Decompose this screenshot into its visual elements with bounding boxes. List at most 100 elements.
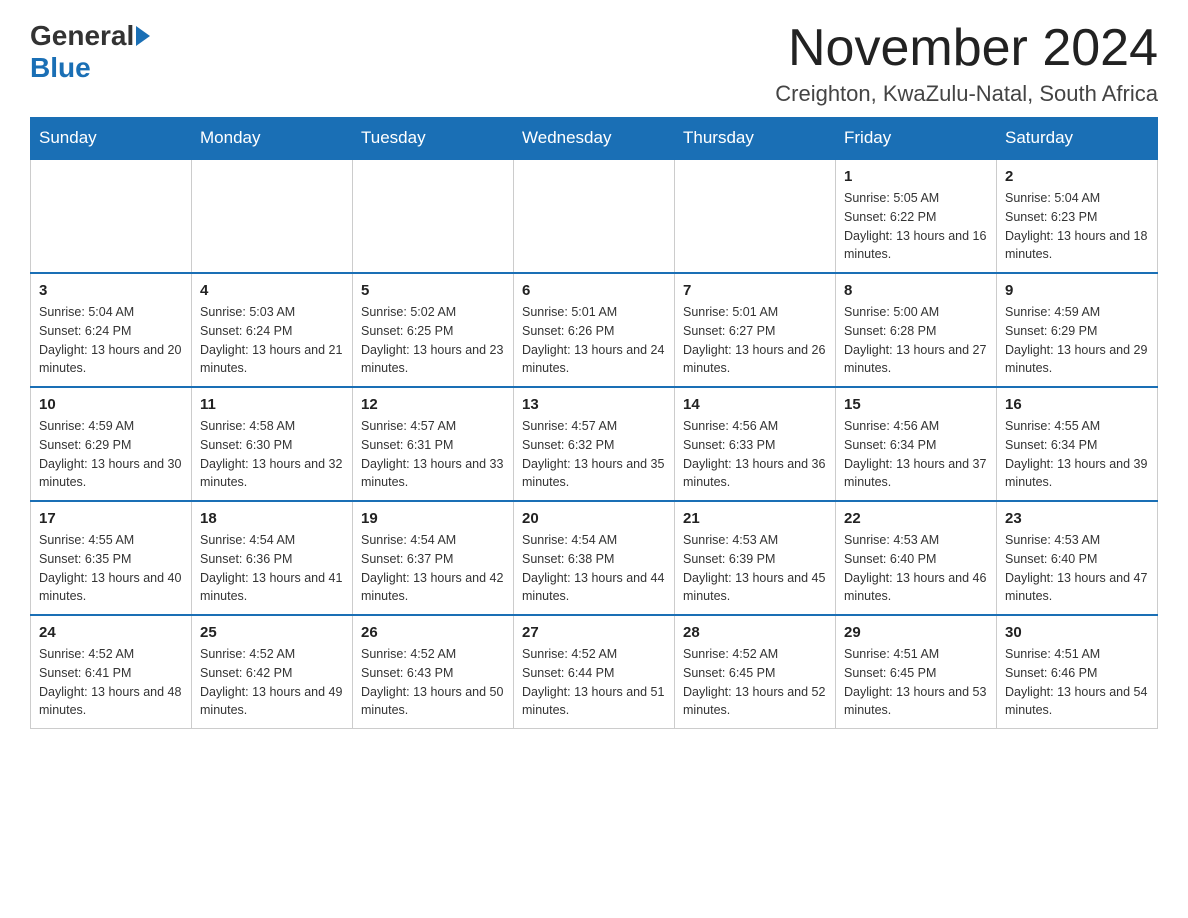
- day-info: Sunrise: 4:56 AM Sunset: 6:34 PM Dayligh…: [844, 417, 988, 492]
- day-info: Sunrise: 5:04 AM Sunset: 6:24 PM Dayligh…: [39, 303, 183, 378]
- calendar-cell: 15 Sunrise: 4:56 AM Sunset: 6:34 PM Dayli…: [836, 387, 997, 501]
- calendar-cell: 21 Sunrise: 4:53 AM Sunset: 6:39 PM Dayli…: [675, 501, 836, 615]
- day-info: Sunrise: 5:00 AM Sunset: 6:28 PM Dayligh…: [844, 303, 988, 378]
- day-info: Sunrise: 4:54 AM Sunset: 6:38 PM Dayligh…: [522, 531, 666, 606]
- calendar-cell: 18 Sunrise: 4:54 AM Sunset: 6:36 PM Dayli…: [192, 501, 353, 615]
- day-number: 28: [683, 624, 827, 641]
- day-info: Sunrise: 4:52 AM Sunset: 6:42 PM Dayligh…: [200, 645, 344, 720]
- weekday-header-monday: Monday: [192, 118, 353, 160]
- calendar-cell: 20 Sunrise: 4:54 AM Sunset: 6:38 PM Dayli…: [514, 501, 675, 615]
- day-number: 16: [1005, 396, 1149, 413]
- day-number: 2: [1005, 168, 1149, 185]
- day-info: Sunrise: 5:02 AM Sunset: 6:25 PM Dayligh…: [361, 303, 505, 378]
- day-info: Sunrise: 5:05 AM Sunset: 6:22 PM Dayligh…: [844, 189, 988, 264]
- day-info: Sunrise: 4:53 AM Sunset: 6:40 PM Dayligh…: [844, 531, 988, 606]
- calendar-cell: 2 Sunrise: 5:04 AM Sunset: 6:23 PM Daylig…: [997, 159, 1158, 273]
- day-number: 15: [844, 396, 988, 413]
- day-info: Sunrise: 4:51 AM Sunset: 6:45 PM Dayligh…: [844, 645, 988, 720]
- calendar-cell: 5 Sunrise: 5:02 AM Sunset: 6:25 PM Daylig…: [353, 273, 514, 387]
- calendar-cell: [353, 159, 514, 273]
- month-title: November 2024: [775, 20, 1158, 77]
- weekday-header-saturday: Saturday: [997, 118, 1158, 160]
- calendar-table: SundayMondayTuesdayWednesdayThursdayFrid…: [30, 117, 1158, 729]
- day-number: 13: [522, 396, 666, 413]
- day-number: 20: [522, 510, 666, 527]
- calendar-cell: 10 Sunrise: 4:59 AM Sunset: 6:29 PM Dayli…: [31, 387, 192, 501]
- day-info: Sunrise: 4:59 AM Sunset: 6:29 PM Dayligh…: [39, 417, 183, 492]
- day-number: 18: [200, 510, 344, 527]
- location-text: Creighton, KwaZulu-Natal, South Africa: [775, 81, 1158, 107]
- day-number: 17: [39, 510, 183, 527]
- day-number: 29: [844, 624, 988, 641]
- day-info: Sunrise: 4:59 AM Sunset: 6:29 PM Dayligh…: [1005, 303, 1149, 378]
- calendar-cell: 14Sunrise: 4:56 AM Sunset: 6:33 PM Dayli…: [675, 387, 836, 501]
- day-number: 10: [39, 396, 183, 413]
- logo-blue-text: Blue: [30, 52, 91, 84]
- calendar-cell: 13 Sunrise: 4:57 AM Sunset: 6:32 PM Dayli…: [514, 387, 675, 501]
- day-info: Sunrise: 4:55 AM Sunset: 6:35 PM Dayligh…: [39, 531, 183, 606]
- calendar-cell: 7Sunrise: 5:01 AM Sunset: 6:27 PM Daylig…: [675, 273, 836, 387]
- day-number: 21: [683, 510, 827, 527]
- day-number: 12: [361, 396, 505, 413]
- day-info: Sunrise: 4:52 AM Sunset: 6:45 PM Dayligh…: [683, 645, 827, 720]
- day-number: 19: [361, 510, 505, 527]
- day-info: Sunrise: 4:57 AM Sunset: 6:31 PM Dayligh…: [361, 417, 505, 492]
- calendar-cell: 22 Sunrise: 4:53 AM Sunset: 6:40 PM Dayli…: [836, 501, 997, 615]
- week-row-2: 3 Sunrise: 5:04 AM Sunset: 6:24 PM Daylig…: [31, 273, 1158, 387]
- calendar-cell: 4Sunrise: 5:03 AM Sunset: 6:24 PM Daylig…: [192, 273, 353, 387]
- day-info: Sunrise: 4:53 AM Sunset: 6:39 PM Dayligh…: [683, 531, 827, 606]
- calendar-cell: [31, 159, 192, 273]
- logo: General Blue: [30, 20, 150, 84]
- weekday-header-thursday: Thursday: [675, 118, 836, 160]
- day-info: Sunrise: 4:57 AM Sunset: 6:32 PM Dayligh…: [522, 417, 666, 492]
- day-number: 1: [844, 168, 988, 185]
- day-number: 24: [39, 624, 183, 641]
- day-info: Sunrise: 5:01 AM Sunset: 6:26 PM Dayligh…: [522, 303, 666, 378]
- calendar-cell: 30Sunrise: 4:51 AM Sunset: 6:46 PM Dayli…: [997, 615, 1158, 729]
- calendar-cell: [514, 159, 675, 273]
- day-number: 22: [844, 510, 988, 527]
- day-info: Sunrise: 4:52 AM Sunset: 6:43 PM Dayligh…: [361, 645, 505, 720]
- title-section: November 2024 Creighton, KwaZulu-Natal, …: [775, 20, 1158, 107]
- day-info: Sunrise: 4:52 AM Sunset: 6:41 PM Dayligh…: [39, 645, 183, 720]
- day-number: 26: [361, 624, 505, 641]
- day-number: 27: [522, 624, 666, 641]
- day-info: Sunrise: 5:04 AM Sunset: 6:23 PM Dayligh…: [1005, 189, 1149, 264]
- day-number: 11: [200, 396, 344, 413]
- calendar-cell: 29 Sunrise: 4:51 AM Sunset: 6:45 PM Dayli…: [836, 615, 997, 729]
- calendar-cell: 24 Sunrise: 4:52 AM Sunset: 6:41 PM Dayli…: [31, 615, 192, 729]
- calendar-cell: 6 Sunrise: 5:01 AM Sunset: 6:26 PM Daylig…: [514, 273, 675, 387]
- weekday-header-tuesday: Tuesday: [353, 118, 514, 160]
- calendar-cell: 11 Sunrise: 4:58 AM Sunset: 6:30 PM Dayli…: [192, 387, 353, 501]
- page-header: General Blue November 2024 Creighton, Kw…: [30, 20, 1158, 107]
- calendar-cell: 28 Sunrise: 4:52 AM Sunset: 6:45 PM Dayli…: [675, 615, 836, 729]
- day-number: 5: [361, 282, 505, 299]
- day-info: Sunrise: 4:54 AM Sunset: 6:37 PM Dayligh…: [361, 531, 505, 606]
- week-row-1: 1 Sunrise: 5:05 AM Sunset: 6:22 PM Daylig…: [31, 159, 1158, 273]
- calendar-cell: [192, 159, 353, 273]
- calendar-cell: 8 Sunrise: 5:00 AM Sunset: 6:28 PM Daylig…: [836, 273, 997, 387]
- day-info: Sunrise: 4:58 AM Sunset: 6:30 PM Dayligh…: [200, 417, 344, 492]
- calendar-cell: 1 Sunrise: 5:05 AM Sunset: 6:22 PM Daylig…: [836, 159, 997, 273]
- day-number: 6: [522, 282, 666, 299]
- calendar-cell: 16 Sunrise: 4:55 AM Sunset: 6:34 PM Dayli…: [997, 387, 1158, 501]
- day-number: 3: [39, 282, 183, 299]
- day-number: 8: [844, 282, 988, 299]
- calendar-cell: 3 Sunrise: 5:04 AM Sunset: 6:24 PM Daylig…: [31, 273, 192, 387]
- day-info: Sunrise: 5:01 AM Sunset: 6:27 PM Dayligh…: [683, 303, 827, 378]
- week-row-3: 10 Sunrise: 4:59 AM Sunset: 6:29 PM Dayli…: [31, 387, 1158, 501]
- day-number: 25: [200, 624, 344, 641]
- weekday-header-row: SundayMondayTuesdayWednesdayThursdayFrid…: [31, 118, 1158, 160]
- logo-arrow-icon: [136, 26, 150, 46]
- calendar-cell: 26 Sunrise: 4:52 AM Sunset: 6:43 PM Dayli…: [353, 615, 514, 729]
- day-info: Sunrise: 5:03 AM Sunset: 6:24 PM Dayligh…: [200, 303, 344, 378]
- week-row-4: 17 Sunrise: 4:55 AM Sunset: 6:35 PM Dayli…: [31, 501, 1158, 615]
- day-info: Sunrise: 4:53 AM Sunset: 6:40 PM Dayligh…: [1005, 531, 1149, 606]
- day-info: Sunrise: 4:54 AM Sunset: 6:36 PM Dayligh…: [200, 531, 344, 606]
- day-number: 30: [1005, 624, 1149, 641]
- weekday-header-sunday: Sunday: [31, 118, 192, 160]
- calendar-cell: [675, 159, 836, 273]
- day-info: Sunrise: 4:55 AM Sunset: 6:34 PM Dayligh…: [1005, 417, 1149, 492]
- calendar-cell: 27Sunrise: 4:52 AM Sunset: 6:44 PM Dayli…: [514, 615, 675, 729]
- day-number: 14: [683, 396, 827, 413]
